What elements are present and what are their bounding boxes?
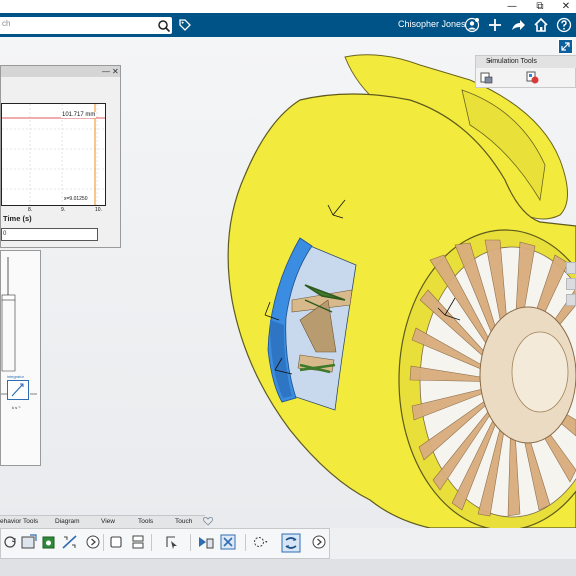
- edge-tool-3[interactable]: [566, 294, 576, 306]
- block-label: integrator: [7, 374, 24, 379]
- run-simulation-icon[interactable]: [526, 71, 539, 84]
- plot-close-button[interactable]: ✕: [112, 66, 119, 77]
- compare-icon[interactable]: [197, 533, 215, 551]
- edge-tool-1[interactable]: [566, 262, 576, 274]
- plot-area[interactable]: [1, 103, 106, 206]
- status-bar: [0, 559, 576, 576]
- x-tick-label: 8.: [28, 207, 33, 213]
- search-input[interactable]: ch: [2, 19, 10, 28]
- toolbar-separator: [151, 534, 152, 551]
- next-icon[interactable]: [84, 533, 102, 551]
- expand-icon: [561, 42, 570, 51]
- search-field[interactable]: ch: [0, 17, 172, 34]
- simulation-tools-panel: ▾ Simulation Tools: [475, 55, 576, 88]
- sync-icon[interactable]: [281, 533, 301, 553]
- plot-grid: [2, 104, 105, 205]
- close-button[interactable]: ✕: [557, 0, 575, 13]
- minimize-button[interactable]: —: [503, 0, 521, 13]
- current-value-label: x=9.01250: [64, 196, 88, 202]
- plot-minimize-button[interactable]: —: [102, 66, 110, 77]
- diagram-connectors: [1, 257, 37, 395]
- x-tick-label: 10.: [95, 207, 102, 213]
- integrator-block[interactable]: [7, 380, 29, 400]
- arrow-icon[interactable]: [310, 533, 328, 551]
- select-icon[interactable]: [163, 533, 181, 551]
- chevron-down-icon[interactable]: ▾: [488, 56, 491, 68]
- tab-diagram[interactable]: Diagram: [55, 516, 80, 527]
- favorites-icon[interactable]: [202, 515, 214, 527]
- share-icon[interactable]: [510, 17, 526, 33]
- cross-icon[interactable]: [219, 533, 237, 551]
- camera-icon[interactable]: [40, 533, 58, 551]
- search-icon[interactable]: [157, 19, 171, 33]
- panel-title: Simulation Tools: [486, 58, 537, 65]
- home-icon[interactable]: [533, 17, 549, 33]
- simulation-setup-icon[interactable]: [480, 71, 493, 84]
- plus-icon[interactable]: [487, 17, 503, 33]
- block-icon[interactable]: [107, 533, 125, 551]
- help-icon[interactable]: [556, 17, 572, 33]
- panel-header[interactable]: ▾ Simulation Tools: [476, 56, 576, 68]
- tag-icon[interactable]: [178, 18, 192, 32]
- dropdown-icon[interactable]: [252, 533, 270, 551]
- simulate-icon[interactable]: [61, 533, 79, 551]
- tab-behavior-tools[interactable]: ehavior Tools: [0, 516, 38, 527]
- user-icon[interactable]: [464, 17, 480, 33]
- expand-button[interactable]: [558, 39, 573, 54]
- save-model-icon[interactable]: [20, 533, 38, 551]
- max-value-label: 101.717 mm: [61, 112, 97, 118]
- toolbar-separator: [190, 534, 191, 551]
- window-title-bar: [0, 0, 576, 13]
- block-sublabel: k s⁻¹: [12, 405, 21, 410]
- tab-tools[interactable]: Tools: [138, 516, 153, 527]
- plot-window-title-bar[interactable]: — ✕: [1, 66, 120, 77]
- layout-icon[interactable]: [129, 533, 147, 551]
- tab-view[interactable]: View: [101, 516, 115, 527]
- edge-tool-2[interactable]: [566, 278, 576, 290]
- toolbar-separator: [103, 534, 104, 551]
- toolbar-separator: [245, 534, 246, 551]
- integrator-icon: [11, 383, 24, 397]
- diagram-window[interactable]: [0, 250, 41, 466]
- x-axis-label: Time (s): [3, 214, 32, 223]
- x-tick-label: 9.: [61, 207, 66, 213]
- plot-value-input[interactable]: 0: [1, 228, 98, 241]
- tab-touch[interactable]: Touch: [175, 516, 192, 527]
- cycle-icon[interactable]: [2, 533, 20, 551]
- plot-window: — ✕ 101.717 mm x=9.01250 8. 9. 10. Time …: [0, 65, 121, 248]
- maximize-button[interactable]: ⧉: [531, 0, 549, 13]
- user-name[interactable]: Chisopher Jones: [398, 19, 466, 29]
